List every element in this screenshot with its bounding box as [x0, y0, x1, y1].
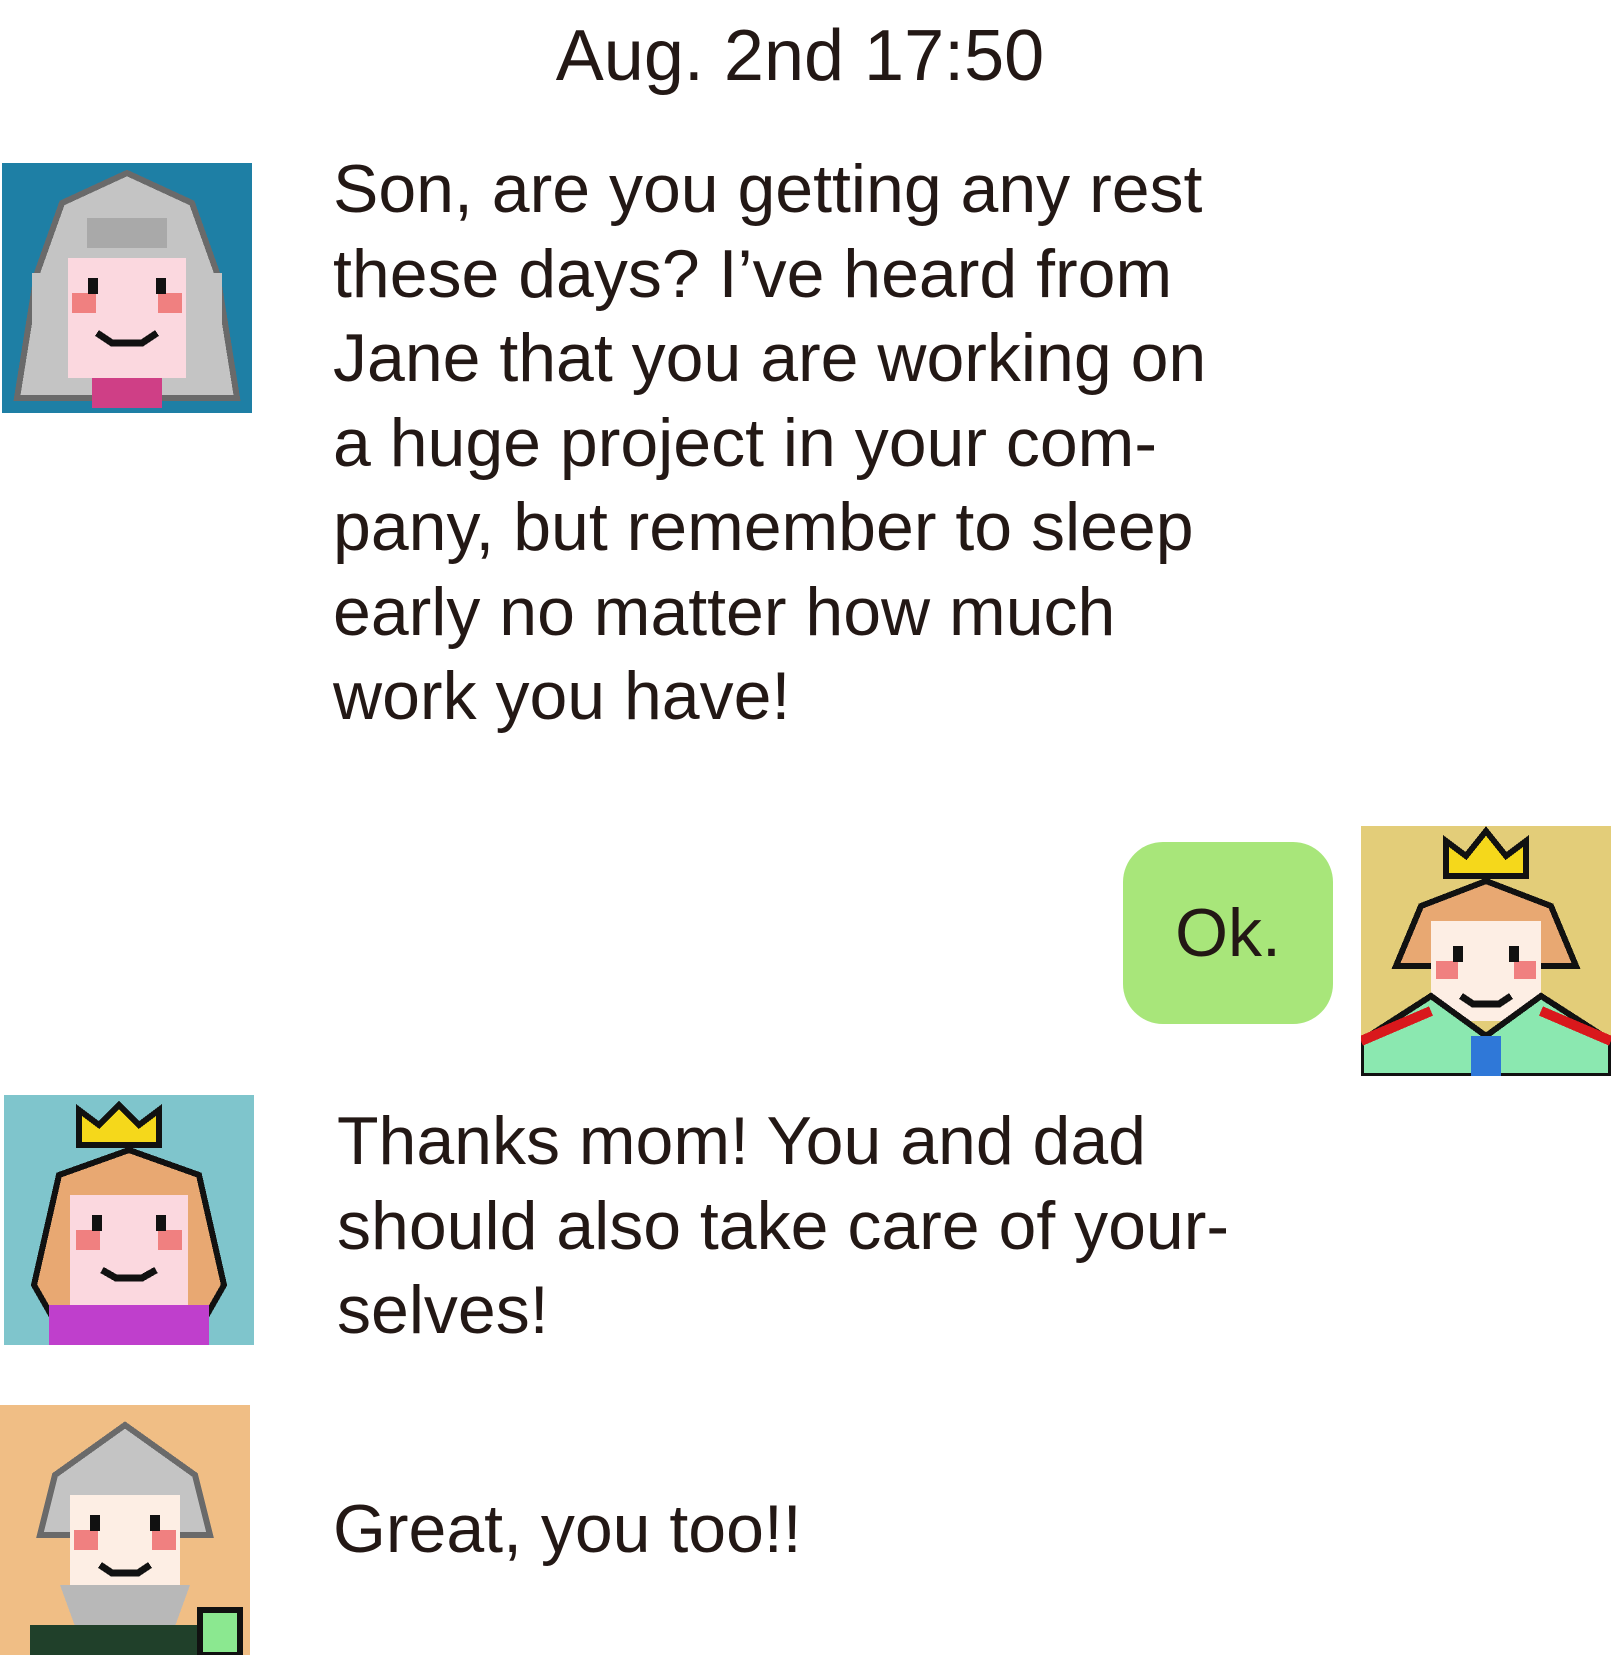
prince-avatar-icon[interactable]: [1361, 826, 1611, 1076]
grandmother-avatar-icon[interactable]: [2, 163, 252, 413]
grandfather-avatar-icon[interactable]: [0, 1405, 250, 1655]
message-bubble[interactable]: Ok.: [1123, 842, 1333, 1024]
message-text: Son, are you getting any rest these days…: [333, 151, 1207, 734]
princess-avatar-icon[interactable]: [4, 1095, 254, 1345]
message-text: Great, you too!!: [333, 1491, 802, 1567]
chat-timestamp: Aug. 2nd 17:50: [555, 16, 1045, 96]
message-text: Thanks mom! You and dad should also take…: [337, 1103, 1230, 1348]
message-text: Ok.: [1175, 895, 1281, 971]
